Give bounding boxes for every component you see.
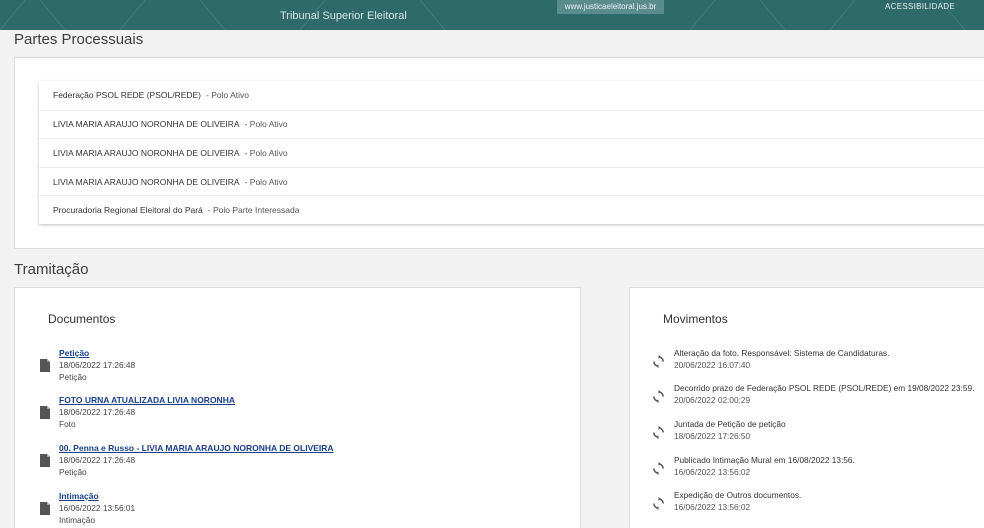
tramitacao-section-title: Tramitação	[14, 261, 89, 278]
document-link[interactable]: Petição	[59, 348, 89, 358]
movimento-item: Decorrido prazo de Federação PSOL REDE (…	[652, 383, 982, 413]
documentos-card: Documentos Petição 18/06/2022 17:26:48 P…	[14, 287, 581, 528]
parte-polo: - Polo Ativo	[244, 176, 288, 187]
org-name: Tribunal Superior Eleitoral	[280, 10, 407, 22]
parte-polo: - Polo Ativo	[244, 147, 288, 158]
movimento-date: 16/06/2022 13:56:02	[674, 467, 751, 477]
document-item: Petição 18/06/2022 17:26:48 Petição	[39, 348, 559, 388]
sync-icon	[653, 462, 664, 475]
sync-icon	[653, 426, 664, 439]
movimento-text: Alteração da foto. Responsável: Sistema …	[674, 348, 890, 358]
partes-card: Federação PSOL REDE (PSOL/REDE) - Polo A…	[14, 57, 984, 249]
movimento-date: 16/06/2022 13:56:02	[674, 502, 751, 512]
document-link[interactable]: FOTO URNA ATUALIZADA LIVIA NORONHA	[59, 395, 235, 405]
parte-polo: - Polo Ativo	[206, 90, 250, 101]
parte-row: Procuradoria Regional Eleitoral do Pará …	[39, 195, 984, 224]
partes-section-title: Partes Processuais	[14, 31, 144, 48]
movimento-date: 18/06/2022 17:26:50	[674, 431, 751, 441]
file-icon	[40, 502, 50, 515]
document-item: 00. Penna e Russo - LIVIA MARIA ARAUJO N…	[39, 443, 559, 483]
movimento-date: 20/06/2022 16:07:40	[674, 360, 751, 370]
document-date: 18/06/2022 17:26:48	[59, 407, 136, 417]
file-icon	[40, 454, 50, 467]
sync-icon	[653, 497, 664, 510]
document-type: Petição	[59, 372, 87, 382]
document-item: Intimação 16/06/2022 13:56:01 Intimação	[39, 491, 559, 528]
document-link[interactable]: Intimação	[59, 491, 99, 501]
documentos-heading: Documentos	[48, 312, 116, 326]
movimento-item: Juntada de Petição de petição 18/06/2022…	[652, 419, 982, 449]
parte-name: Federação PSOL REDE (PSOL/REDE)	[53, 90, 202, 101]
top-header-bar: Tribunal Superior Eleitoral www.justicae…	[0, 0, 984, 30]
sync-icon	[653, 355, 664, 368]
sync-icon	[653, 390, 664, 403]
parte-row: Federação PSOL REDE (PSOL/REDE) - Polo A…	[39, 81, 984, 110]
parte-row: LIVIA MARIA ARAUJO NORONHA DE OLIVEIRA -…	[39, 109, 984, 139]
movimento-text: Juntada de Petição de petição	[674, 419, 786, 429]
document-link[interactable]: 00. Penna e Russo - LIVIA MARIA ARAUJO N…	[59, 443, 334, 453]
parte-name: LIVIA MARIA ARAUJO NORONHA DE OLIVEIRA	[53, 119, 240, 130]
parte-polo: - Polo Ativo	[244, 119, 288, 130]
movimentos-heading: Movimentos	[663, 312, 728, 326]
movimentos-card: Movimentos Alteração da foto. Responsáve…	[629, 287, 984, 528]
file-icon	[40, 359, 50, 372]
parte-row: LIVIA MARIA ARAUJO NORONHA DE OLIVEIRA -…	[39, 166, 984, 196]
movimento-text: Publicado Intimação Mural em 16/08/2022 …	[674, 455, 855, 465]
document-date: 16/06/2022 13:56:01	[59, 503, 136, 513]
document-date: 18/06/2022 17:26:48	[59, 455, 136, 465]
movimento-item: Publicado Intimação Mural em 16/08/2022 …	[652, 455, 982, 485]
partes-list: Federação PSOL REDE (PSOL/REDE) - Polo A…	[39, 81, 984, 224]
parte-row: LIVIA MARIA ARAUJO NORONHA DE OLIVEIRA -…	[39, 138, 984, 167]
parte-name: LIVIA MARIA ARAUJO NORONHA DE OLIVEIRA	[53, 147, 240, 158]
file-icon	[40, 406, 50, 419]
document-item: FOTO URNA ATUALIZADA LIVIA NORONHA 18/06…	[39, 395, 559, 435]
justica-eleitoral-link[interactable]: www.justicaeleitoral.jus.br	[557, 0, 664, 14]
document-date: 18/06/2022 17:26:48	[59, 360, 136, 370]
parte-name: Procuradoria Regional Eleitoral do Pará	[53, 205, 203, 216]
accessibility-link[interactable]: ACESSIBILIDADE	[885, 2, 955, 11]
movimento-text: Decorrido prazo de Federação PSOL REDE (…	[674, 383, 975, 393]
document-type: Foto	[59, 419, 76, 429]
movimento-date: 20/06/2022 02:00:29	[674, 395, 751, 405]
header-decoration	[0, 0, 966, 30]
movimento-item: Alteração da foto. Responsável: Sistema …	[652, 348, 982, 378]
parte-polo: - Polo Parte Interessada	[207, 205, 300, 216]
document-type: Intimação	[59, 515, 95, 525]
document-type: Petição	[59, 467, 87, 477]
movimento-item: Expedição de Outros documentos. 16/06/20…	[652, 490, 982, 520]
parte-name: LIVIA MARIA ARAUJO NORONHA DE OLIVEIRA	[53, 176, 240, 187]
movimento-text: Expedição de Outros documentos.	[674, 490, 802, 500]
